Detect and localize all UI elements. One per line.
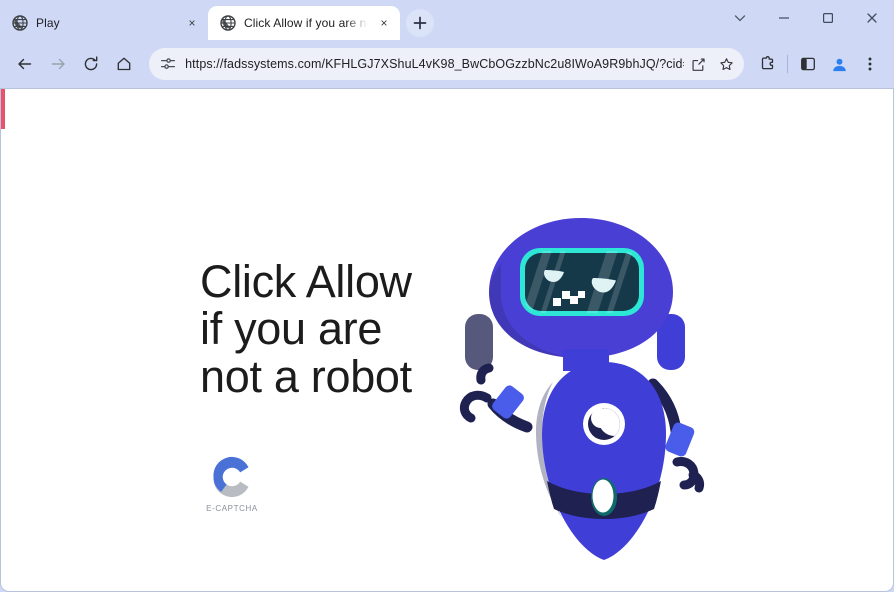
globe-icon bbox=[12, 15, 28, 31]
browser-toolbar: https://fadssystems.com/KFHLGJ7XShuL4vK9… bbox=[0, 40, 894, 88]
minimize-icon bbox=[779, 17, 789, 19]
arrow-left-icon bbox=[17, 58, 31, 70]
back-button[interactable] bbox=[12, 49, 37, 79]
tab-close-icon[interactable]: × bbox=[376, 15, 392, 31]
close-icon bbox=[867, 13, 877, 23]
toolbar-divider bbox=[787, 55, 789, 73]
tab-close-icon[interactable]: × bbox=[184, 15, 200, 31]
side-panel-button[interactable] bbox=[795, 49, 820, 79]
new-tab-button[interactable] bbox=[406, 9, 434, 37]
home-button[interactable] bbox=[112, 49, 137, 79]
browser-tab-captcha[interactable]: Click Allow if you are not a robot × bbox=[208, 6, 400, 40]
side-panel-icon bbox=[800, 57, 815, 71]
tab-title: Play bbox=[36, 16, 60, 30]
close-window-button[interactable] bbox=[850, 1, 894, 35]
captcha-brand-label: E-CAPTCHA bbox=[206, 504, 258, 513]
globe-icon bbox=[220, 15, 236, 31]
address-bar[interactable]: https://fadssystems.com/KFHLGJ7XShuL4vK9… bbox=[149, 48, 745, 80]
extensions-button[interactable] bbox=[755, 49, 780, 79]
home-icon bbox=[118, 57, 131, 71]
reload-icon bbox=[84, 56, 98, 71]
browser-tab-play[interactable]: Play × bbox=[0, 6, 208, 40]
reload-button[interactable] bbox=[79, 49, 104, 79]
robot-belt-buckle bbox=[592, 479, 614, 513]
tab-title: Click Allow if you are not a robot bbox=[244, 16, 368, 30]
url-text: https://fadssystems.com/KFHLGJ7XShuL4vK9… bbox=[185, 57, 684, 71]
share-glyph-icon bbox=[691, 57, 705, 71]
robot-head bbox=[465, 218, 685, 371]
chevron-down-icon bbox=[734, 15, 746, 22]
captcha-brand: E-CAPTCHA bbox=[201, 453, 263, 513]
puzzle-icon bbox=[761, 56, 773, 70]
maximize-button[interactable] bbox=[806, 1, 850, 35]
robot-left-arm bbox=[459, 363, 533, 433]
maximize-icon bbox=[822, 12, 834, 24]
page-viewport: Click Allow if you are not a robot E-CAP… bbox=[0, 88, 894, 592]
bookmark-star-icon[interactable] bbox=[712, 50, 740, 78]
star-glyph-icon bbox=[719, 57, 733, 70]
share-icon[interactable] bbox=[684, 50, 712, 78]
minimize-button[interactable] bbox=[762, 1, 806, 35]
robot-body bbox=[542, 362, 666, 560]
browser-window: Play × Click Allow if you are not a robo… bbox=[0, 0, 894, 592]
browser-menu-button[interactable] bbox=[858, 49, 883, 79]
tab-search-button[interactable] bbox=[718, 1, 762, 35]
captcha-page: Click Allow if you are not a robot E-CAP… bbox=[1, 89, 893, 591]
tab-strip: Play × Click Allow if you are not a robo… bbox=[0, 0, 894, 40]
forward-button[interactable] bbox=[45, 49, 70, 79]
e-captcha-c-icon bbox=[213, 456, 249, 498]
window-controls bbox=[718, 0, 894, 36]
arrow-right-icon bbox=[51, 58, 65, 70]
avatar-icon bbox=[832, 58, 846, 71]
page-headline: Click Allow if you are not a robot bbox=[200, 256, 412, 402]
profile-button[interactable] bbox=[826, 49, 851, 79]
robot-chest-light bbox=[583, 403, 625, 445]
kebab-menu-icon bbox=[868, 57, 872, 71]
plus-icon bbox=[413, 16, 427, 30]
tune-icon[interactable] bbox=[159, 55, 177, 73]
confused-robot-illustration bbox=[459, 218, 705, 560]
